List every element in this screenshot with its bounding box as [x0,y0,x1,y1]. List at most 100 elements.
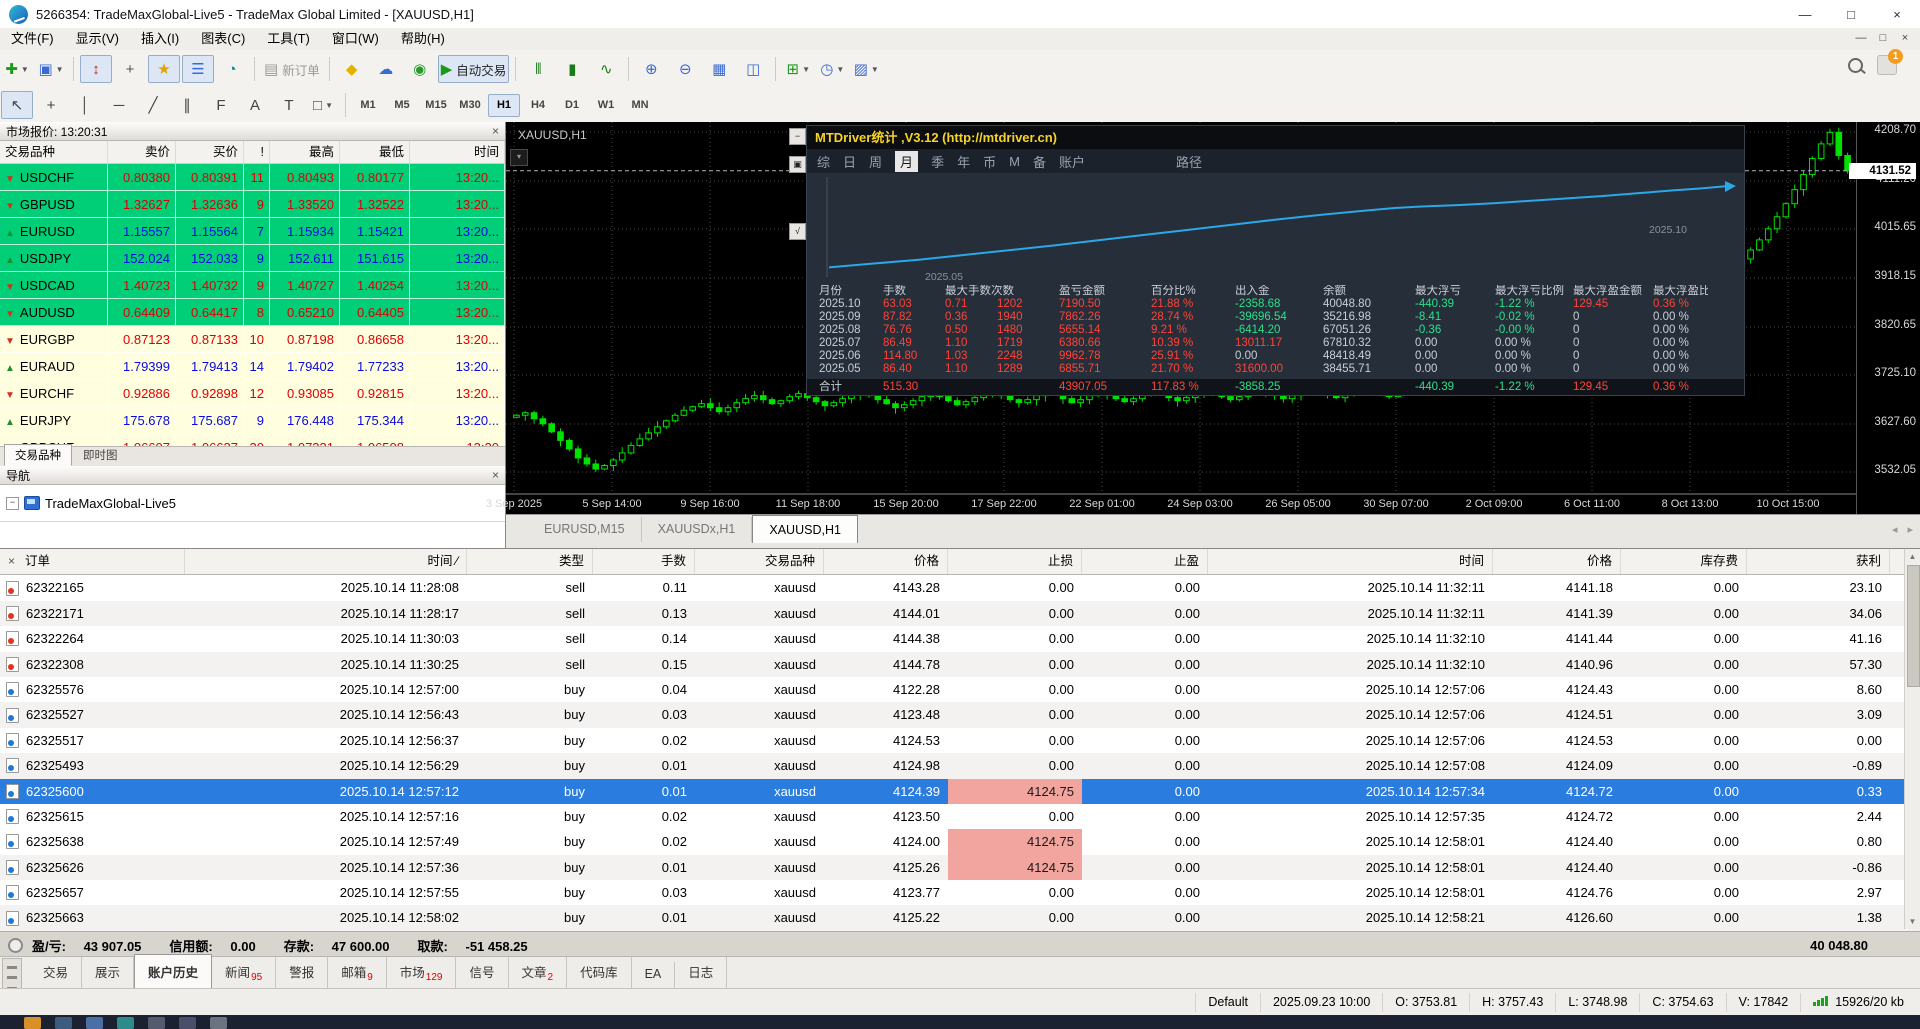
market-watch-row-gbpusd[interactable]: ▼ GBPUSD 1.32627 1.32636 9 1.33520 1.32522 13:2… [0,191,505,218]
mtdriver-check-button[interactable]: √ [789,223,806,240]
toolbox-tab-邮箱[interactable]: 邮箱9 [328,957,387,988]
tab-tick-chart[interactable]: 即时图 [72,444,129,466]
scrollbar-thumb[interactable] [1907,565,1920,687]
profiles-button[interactable]: ▣ ▼ [35,55,67,83]
market-watch-row-eurjpy[interactable]: ▲ EURJPY 175.678 175.687 9 176.448 175.344 13:2… [0,407,505,434]
market-watch-row-usdcad[interactable]: ▼ USDCAD 1.40723 1.40732 9 1.40727 1.40254 13:2… [0,272,505,299]
history-row-62322308[interactable]: 62322308 2025.10.14 11:30:25 sell 0.15 xauus… [0,651,1920,677]
taskbar-app-icon-6[interactable] [210,1017,227,1029]
zoom-out-button[interactable]: ⊖ [669,55,701,83]
channel-tool[interactable]: ∥ [171,91,203,119]
chart-area[interactable]: XAUUSD,H1 ▾ 4208.70 4111.20 4015.65 3918.15… [486,122,1920,548]
horizontal-line-tool[interactable]: ─ [103,91,135,119]
history-col-3[interactable]: 手数 [593,549,695,575]
history-row-62322171[interactable]: 62322171 2025.10.14 11:28:17 sell 0.13 xauus… [0,600,1920,627]
community-button[interactable]: ◉ [404,55,436,83]
templates-button[interactable]: ▨ ▼ [850,55,882,83]
bar-chart-button[interactable]: ⦀ [522,55,554,83]
mtdriver-tab-备[interactable]: 备 [1033,152,1046,171]
toolbox-tab-日志[interactable]: 日志 [675,957,728,988]
zoom-in-button[interactable]: ⊕ [635,55,667,83]
mtdriver-settings-button[interactable]: ▣ [789,156,806,173]
chart-tab-xauusd-h1[interactable]: XAUUSD,H1 [752,515,858,543]
history-row-62322264[interactable]: 62322264 2025.10.14 11:30:03 sell 0.14 xauus… [0,626,1920,651]
chart-tab-xauusdx-h1[interactable]: XAUUSDx,H1 [642,517,753,542]
navigator-toggle[interactable]: ★ [148,55,180,83]
taskbar-app-icon-4[interactable] [148,1017,165,1029]
menu-item-6[interactable]: 帮助(H) [390,28,456,50]
history-col-4[interactable]: 交易品种 [695,549,824,575]
window-minimize-button[interactable]: — [1782,0,1828,28]
line-chart-button[interactable]: ∿ [590,55,622,83]
strategy-tester-toggle[interactable]: ◔ [216,55,248,83]
toolbox-tab-新闻[interactable]: 新闻95 [212,957,277,988]
history-row-62325493[interactable]: 62325493 2025.10.14 12:56:29 buy 0.01 xauusd… [0,753,1920,779]
timeframe-w1[interactable]: W1 [590,94,622,117]
search-icon[interactable] [1848,57,1863,73]
taskbar-app-icon-2[interactable] [86,1017,103,1029]
taskbar-app-icon-0[interactable] [24,1017,41,1029]
timeframe-mn[interactable]: MN [624,94,656,117]
history-row-62325663[interactable]: 62325663 2025.10.14 12:58:02 buy 0.01 xauusd… [0,905,1920,931]
history-row-62322165[interactable]: 62322165 2025.10.14 11:28:08 sell 0.11 xauus… [0,575,1920,600]
tile-windows-button[interactable]: ▦ [703,55,735,83]
history-col-2[interactable]: 类型 [467,549,593,575]
history-row-62325517[interactable]: 62325517 2025.10.14 12:56:37 buy 0.02 xauusd… [0,728,1920,753]
toolbox-tab-账户历史[interactable]: 账户历史 [134,954,213,988]
auto-trading-button[interactable]: ▶ 自动交易 [437,55,510,83]
history-col-7[interactable]: 止盈 [1082,549,1208,575]
history-row-62325615[interactable]: 62325615 2025.10.14 12:57:16 buy 0.02 xauusd… [0,804,1920,829]
mdi-close-button[interactable]: × [1894,30,1916,48]
window-maximize-button[interactable]: □ [1828,0,1874,28]
market-watch-row-eurgbp[interactable]: ▼ EURGBP 0.87123 0.87133 10 0.87198 0.86658 13:… [0,326,505,353]
history-row-62325527[interactable]: 62325527 2025.10.14 12:56:43 buy 0.03 xauusd… [0,702,1920,728]
timeframe-m1[interactable]: M1 [352,94,384,117]
history-col-5[interactable]: 价格 [824,549,948,575]
label-tool[interactable]: T [273,91,305,119]
mdi-minimize-button[interactable]: — [1850,30,1872,48]
timeframe-m5[interactable]: M5 [386,94,418,117]
algo-cloud-button[interactable]: ☁ [370,55,402,83]
mdi-restore-button[interactable]: □ [1872,30,1894,48]
mtdriver-tab-年[interactable]: 年 [957,152,970,171]
crosshair-tool[interactable]: + [35,91,67,119]
shapes-tool[interactable]: □ ▼ [307,91,339,119]
mtdriver-tab-账户[interactable]: 账户 [1059,152,1085,171]
notifications-button[interactable]: 1 [1877,49,1903,75]
tab-scroll-arrow-icon[interactable]: ◂ [1892,523,1898,536]
vertical-line-tool[interactable]: │ [69,91,101,119]
metaeditor-button[interactable]: ◆ [336,55,368,83]
mtdriver-tab-综[interactable]: 综 [817,152,830,171]
window-close-button[interactable]: × [1874,0,1920,28]
toolbox-close-icon[interactable]: × [8,549,15,574]
close-icon[interactable]: × [492,124,499,138]
data-window-toggle[interactable]: + [114,55,146,83]
history-col-0[interactable]: × 订单 [0,549,185,575]
market-watch-row-usdchf[interactable]: ▼ USDCHF 0.80380 0.80391 11 0.80493 0.80177 13:… [0,164,505,191]
tab-scroll-arrow-icon[interactable]: ▸ [1907,523,1913,536]
menu-item-3[interactable]: 图表(C) [190,28,256,50]
history-col-6[interactable]: 止损 [948,549,1082,575]
mtdriver-tab-月[interactable]: 月 [895,150,919,172]
market-watch-row-eurusd[interactable]: ▲ EURUSD 1.15557 1.15564 7 1.15934 1.15421 13:2… [0,218,505,245]
market-watch-row-audusd[interactable]: ▼ AUDUSD 0.64409 0.64417 8 0.65210 0.64405 13:2… [0,299,505,326]
toolbox-tab-文章[interactable]: 文章2 [509,957,568,988]
taskbar-app-icon-3[interactable] [117,1017,134,1029]
indicators-button[interactable]: ⊞ ▼ [782,55,814,83]
mtdriver-tab-季[interactable]: 季 [931,152,944,171]
menu-item-2[interactable]: 插入(I) [130,28,190,50]
timeframe-m15[interactable]: M15 [420,94,452,117]
toolbox-tab-展示[interactable]: 展示 [82,957,135,988]
trendline-tool[interactable]: ╱ [137,91,169,119]
timeframe-m30[interactable]: M30 [454,94,486,117]
market-watch-row-eurchf[interactable]: ▼ EURCHF 0.92886 0.92898 12 0.93085 0.92815 13:… [0,380,505,407]
toolbox-toggle[interactable]: ☰ [182,55,214,83]
market-watch-row-usdjpy[interactable]: ▲ USDJPY 152.024 152.033 9 152.611 151.615 13:2… [0,245,505,272]
tab-symbols[interactable]: 交易品种 [4,444,72,466]
timeframe-h4[interactable]: H4 [522,94,554,117]
periods-button[interactable]: ◷ ▼ [816,55,848,83]
account-node[interactable]: TradeMaxGlobal-Live5 [45,496,176,511]
history-col-1[interactable]: 时间 ∕ [185,549,467,575]
history-row-62325657[interactable]: 62325657 2025.10.14 12:57:55 buy 0.03 xauusd… [0,880,1920,905]
toolbox-tab-市场[interactable]: 市场129 [387,957,457,988]
